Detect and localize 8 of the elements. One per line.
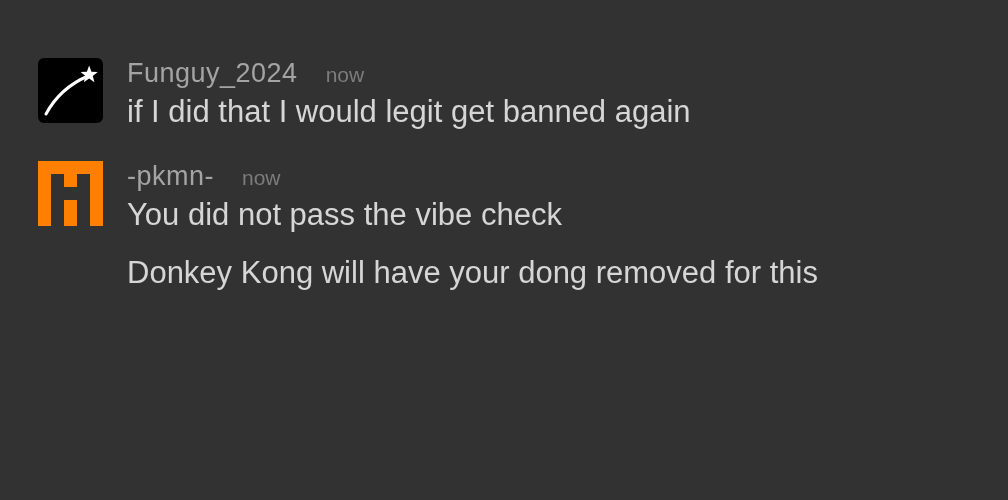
pixel-face-icon [38,161,103,226]
username[interactable]: -pkmn- [127,161,214,192]
message-text: Donkey Kong will have your dong removed for this [127,254,818,292]
message-text: if I did that I would legit get banned again [127,93,691,131]
username[interactable]: Funguy_2024 [127,58,298,89]
message-text: You did not pass the vibe check [127,196,563,234]
timestamp: now [325,63,365,87]
timestamp: now [242,166,281,190]
